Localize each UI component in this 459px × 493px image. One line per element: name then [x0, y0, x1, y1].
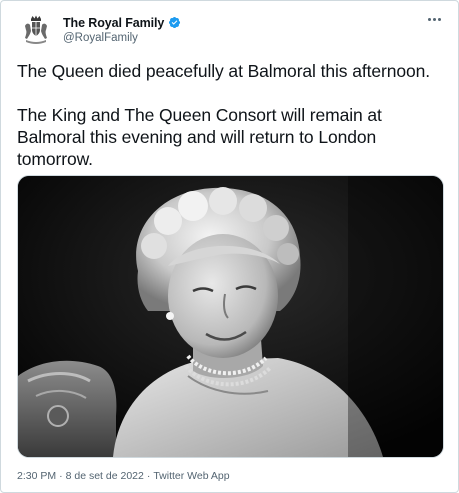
author-names: The Royal Family @RoyalFamily	[63, 14, 181, 44]
author-handle[interactable]: @RoyalFamily	[63, 32, 181, 44]
tweet-text: The Queen died peacefully at Balmoral th…	[17, 60, 444, 170]
dot	[432, 17, 436, 21]
queen-portrait-image	[18, 176, 443, 457]
meta-separator: ·	[146, 470, 151, 482]
tweet-card: The Royal Family @RoyalFamily The Queen …	[0, 0, 459, 493]
tweet-header: The Royal Family @RoyalFamily	[17, 13, 444, 47]
meta-separator: ·	[59, 470, 63, 482]
dot	[437, 17, 441, 21]
display-name-row: The Royal Family	[63, 14, 181, 31]
royal-coat-of-arms-icon	[25, 15, 47, 44]
tweet-paragraph: The Queen died peacefully at Balmoral th…	[17, 61, 431, 81]
author-display-name[interactable]: The Royal Family	[63, 16, 164, 30]
avatar[interactable]	[19, 13, 53, 47]
tweet-date[interactable]: 8 de set de 2022	[66, 470, 144, 482]
tweet-photo[interactable]	[17, 175, 444, 458]
tweet-meta: 2:30 PM · 8 de set de 2022 · Twitter Web App	[17, 470, 230, 482]
more-options-icon[interactable]	[424, 11, 444, 27]
tweet-paragraph: The King and The Queen Consort will rema…	[17, 105, 382, 169]
dot	[427, 17, 431, 21]
verified-badge-icon	[169, 16, 181, 29]
tweet-source[interactable]: Twitter Web App	[153, 470, 229, 482]
tweet-time[interactable]: 2:30 PM	[17, 470, 56, 482]
